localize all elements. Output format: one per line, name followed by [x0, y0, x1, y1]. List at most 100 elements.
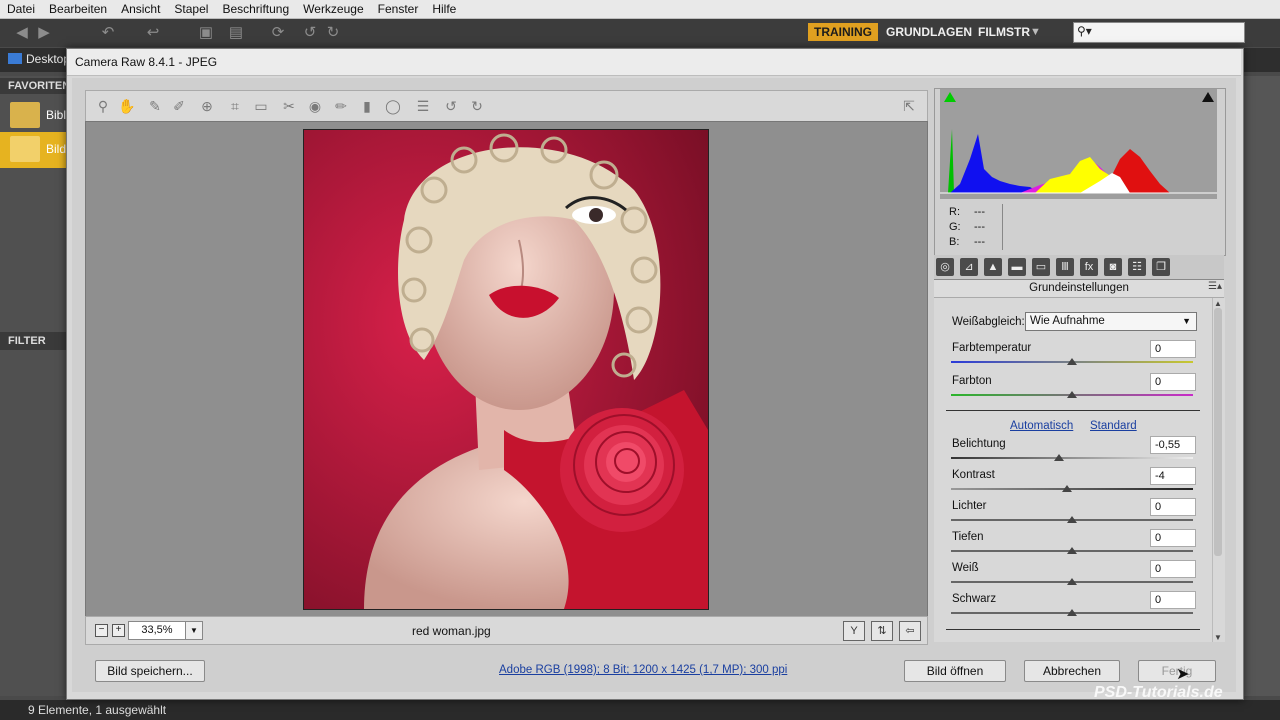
tone-curve-icon[interactable]: ⊿: [960, 258, 978, 276]
chevron-down-icon[interactable]: ▼: [185, 621, 203, 640]
graduated-filter-icon[interactable]: ▮: [358, 97, 376, 115]
shadow-clipping-icon[interactable]: [944, 92, 956, 102]
tint-value[interactable]: 0: [1150, 373, 1196, 391]
menu-ansicht[interactable]: Ansicht: [114, 0, 167, 16]
highlights-value[interactable]: 0: [1150, 498, 1196, 516]
b-value: ---: [974, 236, 985, 248]
open-image-button[interactable]: Bild öffnen: [904, 660, 1006, 682]
fullscreen-icon[interactable]: ⇱: [900, 97, 918, 115]
radial-filter-icon[interactable]: ◯: [384, 97, 402, 115]
monitor-icon: [8, 53, 22, 64]
blacks-thumb[interactable]: [1067, 609, 1077, 616]
path-desktop[interactable]: Desktop: [8, 52, 70, 66]
tab-filter[interactable]: FILTER: [0, 332, 76, 350]
forward-icon[interactable]: ▶: [36, 25, 52, 41]
menu-bearbeiten[interactable]: Bearbeiten: [42, 0, 114, 16]
crop-icon[interactable]: ⌗: [226, 97, 244, 115]
white-balance-icon[interactable]: ✎: [146, 97, 164, 115]
refresh-icon[interactable]: ⟳: [270, 25, 286, 41]
highlights-thumb[interactable]: [1067, 516, 1077, 523]
scroll-down-icon[interactable]: ▼: [1214, 633, 1222, 642]
save-image-button[interactable]: Bild speichern...: [95, 660, 205, 682]
zoom-out-button[interactable]: −: [95, 624, 108, 637]
exposure-value[interactable]: -0,55: [1150, 436, 1196, 454]
copy-settings-icon[interactable]: ⇦: [899, 621, 921, 641]
dialog-titlebar[interactable]: [67, 49, 1241, 76]
scroll-up-icon[interactable]: ▲: [1214, 299, 1222, 308]
auto-link[interactable]: Automatisch: [1010, 420, 1073, 432]
menu-werkzeuge[interactable]: Werkzeuge: [296, 0, 370, 16]
color-sampler-icon[interactable]: ✐: [170, 97, 188, 115]
default-link[interactable]: Standard: [1090, 420, 1137, 432]
r-value: ---: [974, 206, 985, 218]
workspace-grundlagen[interactable]: GRUNDLAGEN: [886, 23, 972, 41]
zoom-level-field[interactable]: 33,5%: [128, 621, 186, 640]
preview-image[interactable]: [303, 129, 709, 610]
shadows-thumb[interactable]: [1067, 547, 1077, 554]
detail-icon[interactable]: ▲: [984, 258, 1002, 276]
contrast-value[interactable]: -4: [1150, 467, 1196, 485]
target-adjust-icon[interactable]: ⊕: [198, 97, 216, 115]
swap-icon[interactable]: ⇅: [871, 621, 893, 641]
lens-icon[interactable]: Ⅲ: [1056, 258, 1074, 276]
whites-thumb[interactable]: [1067, 578, 1077, 585]
basic-tab-icon[interactable]: ◎: [936, 258, 954, 276]
rotate-right-icon[interactable]: ↻: [325, 25, 341, 41]
split-toning-icon[interactable]: ▭: [1032, 258, 1050, 276]
whites-value[interactable]: 0: [1150, 560, 1196, 578]
search-input[interactable]: ⚲▾: [1073, 22, 1245, 43]
camera-icon[interactable]: ▣: [198, 25, 214, 41]
highlight-clipping-icon[interactable]: [1202, 92, 1214, 102]
hand-icon[interactable]: ✋: [118, 97, 136, 115]
favorite-item[interactable]: Bibl: [0, 98, 68, 132]
menu-datei[interactable]: Datei: [0, 0, 42, 16]
rotate-left-icon[interactable]: ↺: [442, 97, 460, 115]
menu-stapel[interactable]: Stapel: [167, 0, 215, 16]
exposure-track[interactable]: [951, 457, 1193, 459]
rotate-right-icon[interactable]: ↻: [468, 97, 486, 115]
camera-calibration-icon[interactable]: ◙: [1104, 258, 1122, 276]
temperature-thumb[interactable]: [1067, 358, 1077, 365]
return-icon[interactable]: ↩: [145, 25, 161, 41]
zoom-in-button[interactable]: +: [112, 624, 125, 637]
right-panel: [1240, 76, 1280, 696]
exposure-thumb[interactable]: [1053, 454, 1064, 461]
presets-icon[interactable]: ☷: [1128, 258, 1146, 276]
brush-icon[interactable]: ✏: [332, 97, 350, 115]
menu-beschriftung[interactable]: Beschriftung: [215, 0, 296, 16]
workspace-training[interactable]: TRAINING: [808, 23, 878, 41]
spot-removal-icon[interactable]: ✂: [280, 97, 298, 115]
temperature-value[interactable]: 0: [1150, 340, 1196, 358]
contrast-thumb[interactable]: [1062, 485, 1073, 492]
blacks-value[interactable]: 0: [1150, 591, 1196, 609]
favorite-item-selected[interactable]: Bild: [0, 132, 68, 168]
scrollbar-thumb[interactable]: [1214, 308, 1222, 556]
zoom-icon[interactable]: ⚲: [94, 97, 112, 115]
history-icon[interactable]: ↶: [100, 25, 116, 41]
red-eye-icon[interactable]: ◉: [306, 97, 324, 115]
mouse-cursor-icon: ➤: [1176, 666, 1190, 683]
favorite-label: Bild: [46, 142, 67, 156]
snapshots-icon[interactable]: ❐: [1152, 258, 1170, 276]
effects-icon[interactable]: fx: [1080, 258, 1098, 276]
preferences-icon[interactable]: ☰: [414, 97, 432, 115]
menu-hilfe[interactable]: Hilfe: [425, 0, 463, 16]
straighten-icon[interactable]: ▭: [252, 97, 270, 115]
slider-label-contrast: Kontrast: [952, 469, 995, 481]
white-balance-select[interactable]: Wie Aufnahme ▼: [1025, 312, 1197, 331]
chevron-down-icon[interactable]: ▼: [1030, 23, 1041, 41]
cancel-button[interactable]: Abbrechen: [1024, 660, 1120, 682]
refine-icon[interactable]: ▤: [228, 25, 244, 41]
r-label: R:: [949, 206, 960, 218]
workspace-filmstrip[interactable]: FILMSTR: [978, 23, 1030, 41]
hsl-icon[interactable]: ▬: [1008, 258, 1026, 276]
rotate-left-icon[interactable]: ↺: [302, 25, 318, 41]
before-after-icon[interactable]: Y: [843, 621, 865, 641]
back-icon[interactable]: ◀: [14, 25, 30, 41]
tab-favorites[interactable]: FAVORITEN: [0, 78, 76, 94]
shadows-value[interactable]: 0: [1150, 529, 1196, 547]
menu-fenster[interactable]: Fenster: [371, 0, 426, 16]
workflow-options-link[interactable]: Adobe RGB (1998); 8 Bit; 1200 x 1425 (1,…: [499, 664, 787, 676]
tint-thumb[interactable]: [1067, 391, 1077, 398]
panel-menu-icon[interactable]: ☰▴: [1208, 281, 1222, 292]
